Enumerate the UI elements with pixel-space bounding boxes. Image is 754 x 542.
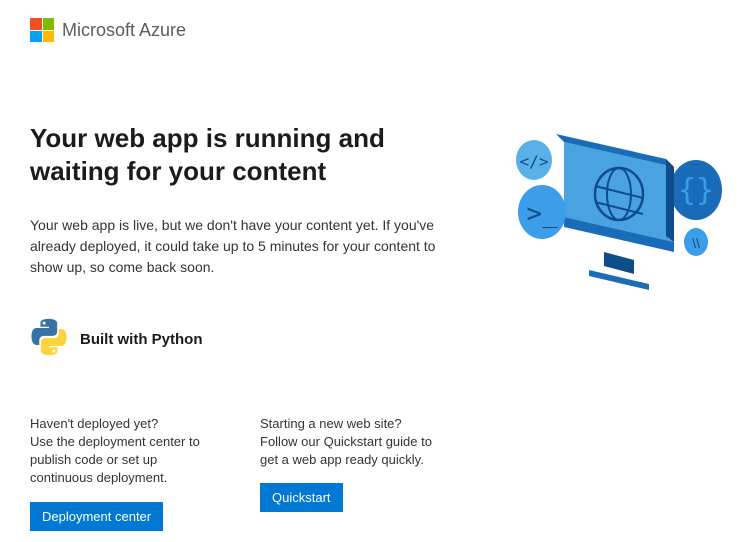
svg-text:</>: </> <box>520 152 549 171</box>
illustration-icon: {} \\ </> >_ <box>494 112 724 292</box>
svg-text:{}: {} <box>678 173 714 208</box>
svg-text:\\: \\ <box>692 235 700 251</box>
deploy-card: Haven't deployed yet? Use the deployment… <box>30 416 210 531</box>
built-with-row: Built with Python <box>30 318 474 361</box>
deployment-center-button[interactable]: Deployment center <box>30 502 163 531</box>
deploy-card-question: Haven't deployed yet? <box>30 416 210 431</box>
quickstart-button[interactable]: Quickstart <box>260 483 343 512</box>
built-with-label: Built with Python <box>80 331 202 348</box>
page-title: Your web app is running and waiting for … <box>30 122 474 187</box>
header: Microsoft Azure <box>0 0 754 52</box>
deploy-card-body: Use the deployment center to publish cod… <box>30 433 210 488</box>
quickstart-card-question: Starting a new web site? <box>260 416 440 431</box>
brand-name: Microsoft Azure <box>62 20 186 41</box>
action-cards: Haven't deployed yet? Use the deployment… <box>30 416 474 531</box>
svg-text:>_: >_ <box>526 199 558 229</box>
main-content: Your web app is running and waiting for … <box>0 122 754 531</box>
microsoft-logo-icon <box>30 18 54 42</box>
quickstart-card: Starting a new web site? Follow our Quic… <box>260 416 440 531</box>
left-column: Your web app is running and waiting for … <box>30 122 474 531</box>
page-description: Your web app is live, but we don't have … <box>30 215 450 278</box>
quickstart-card-body: Follow our Quickstart guide to get a web… <box>260 433 440 469</box>
python-icon <box>30 318 68 361</box>
